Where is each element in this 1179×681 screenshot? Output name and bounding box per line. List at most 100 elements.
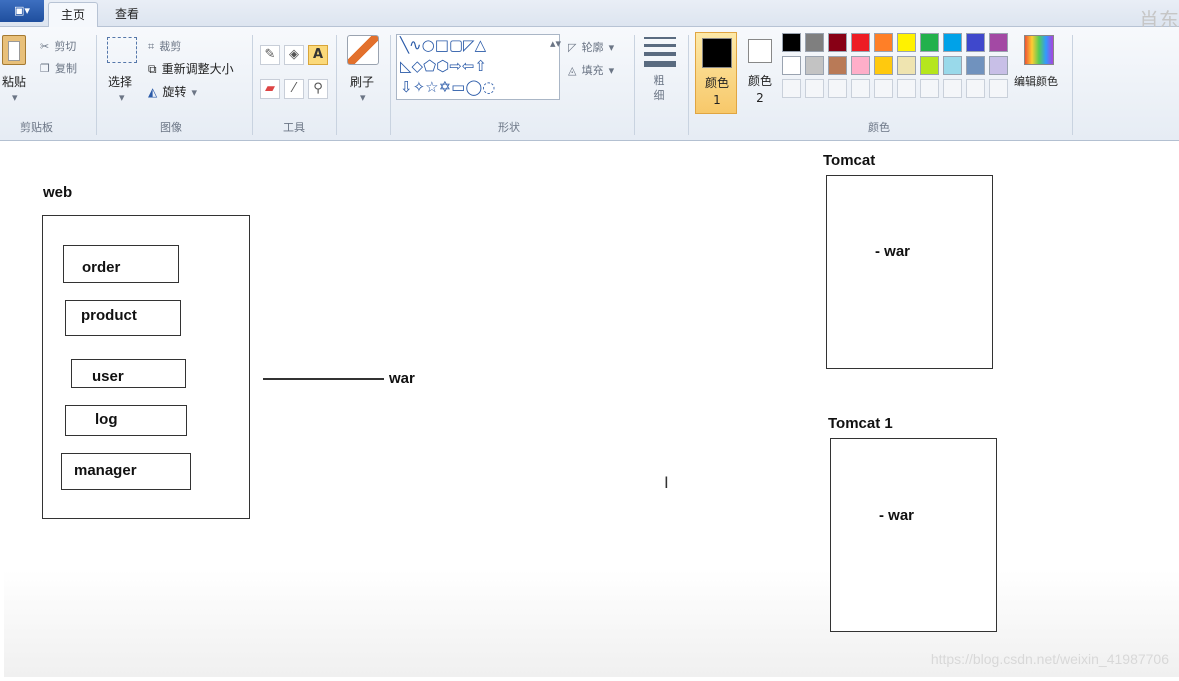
empty-color-swatch[interactable] (943, 79, 962, 98)
color2-button[interactable] (748, 39, 772, 63)
color-swatch[interactable] (943, 56, 962, 75)
color1-button[interactable]: 颜色 1 (695, 32, 737, 114)
empty-color-swatch[interactable] (874, 79, 893, 98)
ribbon: 粘贴 ▾ ✂ 剪切 ❐ 复制 剪贴板 选择 ▾ ⌗ 裁剪 ⧉ 重新调整大小 ◭ … (0, 27, 1179, 141)
drawing-canvas[interactable]: web order product user log manager war T… (4, 141, 1179, 677)
divider (336, 35, 337, 135)
chevron-down-icon: ▾ (360, 91, 366, 104)
empty-color-swatch[interactable] (966, 79, 985, 98)
color-swatch[interactable] (874, 56, 893, 75)
pencil-icon[interactable]: ✎ (260, 45, 280, 65)
manager-label: manager (74, 462, 137, 479)
fill-button[interactable]: ◬ 填充 ▾ (568, 59, 614, 78)
color-palette (782, 33, 1014, 105)
order-box: order (63, 245, 179, 283)
web-label: web (43, 184, 73, 201)
cut-button[interactable]: ✂ 剪切 (40, 35, 76, 53)
log-label: log (95, 411, 118, 428)
rotate-button[interactable]: ◭ 旋转 ▾ (148, 81, 197, 100)
tab-view[interactable]: 查看 (104, 2, 150, 26)
color-swatch[interactable] (897, 56, 916, 75)
tomcat-label: Tomcat (823, 152, 876, 169)
edit-colors-button[interactable]: 编辑颜色 (1014, 35, 1064, 105)
copy-icon: ❐ (40, 62, 50, 75)
file-menu-button[interactable]: ▣▾ (0, 0, 44, 22)
color-swatch[interactable] (851, 33, 870, 52)
paste-button[interactable]: 粘贴 ▾ (0, 33, 34, 111)
color-swatch[interactable] (897, 33, 916, 52)
tomcat1-war-label: - war (879, 507, 915, 524)
chevron-down-icon: ▾ (191, 86, 197, 99)
tomcat-war-label: - war (875, 243, 911, 260)
watermark: https://blog.csdn.net/weixin_41987706 (930, 651, 1169, 667)
scissors-icon: ✂ (40, 40, 50, 53)
shapes-scroll-icon[interactable]: ▴▾ (550, 37, 561, 50)
empty-color-swatch[interactable] (851, 79, 870, 98)
user-label: user (92, 368, 124, 385)
group-label-shapes: 形状 (498, 121, 520, 134)
group-label-image: 图像 (160, 121, 182, 134)
color-swatch[interactable] (920, 33, 939, 52)
empty-color-swatch[interactable] (805, 79, 824, 98)
empty-color-swatch[interactable] (782, 79, 801, 98)
divider (634, 35, 635, 135)
color-swatch[interactable] (943, 33, 962, 52)
color-swatch[interactable] (989, 33, 1008, 52)
resize-icon: ⧉ (148, 62, 157, 76)
color-swatch[interactable] (920, 56, 939, 75)
chevron-down-icon: ▾ (608, 41, 615, 54)
color-swatch[interactable] (805, 33, 824, 52)
shape-row-1-icons: ╲∿○□▢◸△ (400, 36, 487, 54)
line-size-icon (644, 37, 676, 67)
outline-button[interactable]: ◸ 轮廓 ▾ (568, 36, 614, 55)
resize-button[interactable]: ⧉ 重新调整大小 (148, 58, 234, 77)
color1-label: 颜色 1 (704, 76, 729, 107)
color-swatch[interactable] (828, 56, 847, 75)
color-swatch[interactable] (782, 56, 801, 75)
empty-color-swatch[interactable] (828, 79, 847, 98)
tab-bar: ▣▾ 主页 查看 肖东 (0, 0, 1179, 32)
color-swatch[interactable] (966, 56, 985, 75)
rainbow-palette-icon (1024, 35, 1054, 65)
clipboard-icon (2, 35, 26, 65)
crop-label: 裁剪 (159, 40, 182, 53)
tab-home[interactable]: 主页 (48, 2, 98, 27)
outline-label: 轮廓 (581, 41, 604, 54)
color-swatch[interactable] (966, 33, 985, 52)
color-picker-icon[interactable]: ⁄ (284, 79, 304, 99)
shape-row-3-icons: ⇩✧☆✡▭◯◌ (400, 78, 496, 96)
copy-button[interactable]: ❐ 复制 (40, 57, 77, 75)
manager-box: manager (61, 453, 191, 490)
fill-icon: ◬ (568, 64, 577, 77)
crop-button[interactable]: ⌗ 裁剪 (148, 35, 181, 54)
empty-color-swatch[interactable] (920, 79, 939, 98)
color-swatch[interactable] (851, 56, 870, 75)
group-label-colors: 颜色 (868, 121, 890, 134)
magnifier-icon[interactable]: ⚲ (308, 79, 328, 99)
rotate-label: 旋转 (162, 85, 187, 99)
shape-row-2-icons: ◺◇⬠⬡⇨⇦⇧ (400, 57, 487, 75)
color-swatch[interactable] (805, 56, 824, 75)
fill-bucket-icon[interactable]: ◈ (284, 45, 304, 65)
color-swatch[interactable] (828, 33, 847, 52)
size-button[interactable]: 粗细 (642, 35, 678, 113)
empty-color-swatch[interactable] (989, 79, 1008, 98)
empty-color-swatch[interactable] (897, 79, 916, 98)
size-label: 粗细 (653, 74, 665, 102)
group-label-tools: 工具 (283, 121, 305, 134)
brush-button[interactable]: 刷子 ▾ (344, 33, 382, 111)
select-button[interactable]: 选择 ▾ (104, 35, 140, 111)
paste-label: 粘贴 (2, 75, 27, 89)
divider (252, 35, 253, 135)
text-tool-icon[interactable]: A (308, 45, 328, 65)
copy-label: 复制 (54, 62, 77, 75)
color-swatch[interactable] (989, 56, 1008, 75)
color-swatch[interactable] (874, 33, 893, 52)
war-label: war (389, 370, 415, 387)
user-box: user (71, 359, 186, 388)
eraser-icon[interactable]: ▰ (260, 79, 280, 99)
chevron-down-icon: ▾ (12, 91, 18, 104)
color-swatch[interactable] (782, 33, 801, 52)
product-label: product (81, 307, 137, 324)
shapes-gallery[interactable]: ╲∿○□▢◸△ ◺◇⬠⬡⇨⇦⇧ ⇩✧☆✡▭◯◌ (396, 34, 560, 100)
